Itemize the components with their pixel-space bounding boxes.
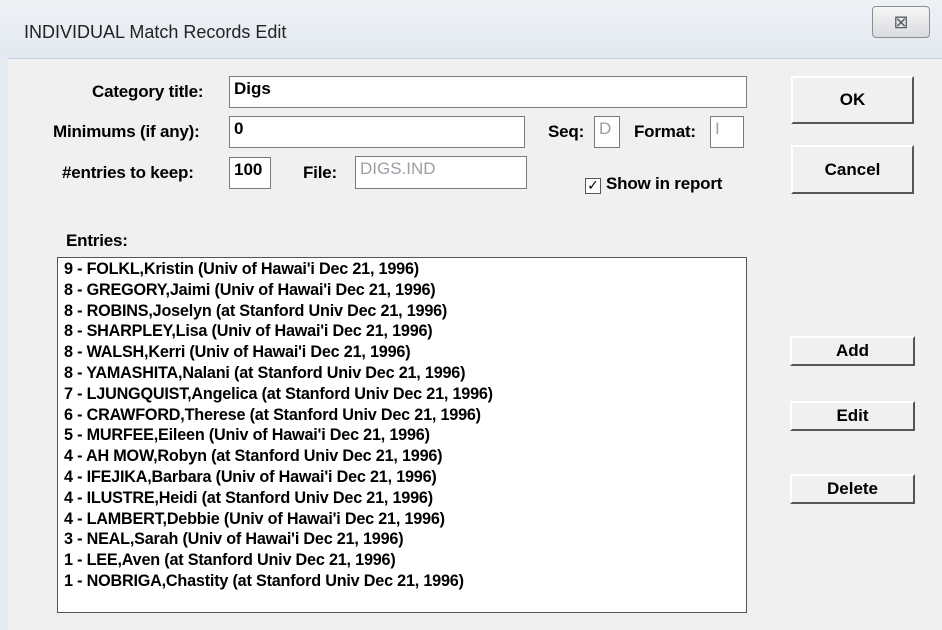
show-in-report-checkbox[interactable]: ✓ [585, 178, 601, 194]
file-label: File: [303, 163, 337, 182]
delete-button-label: Delete [826, 479, 879, 498]
list-item[interactable]: 4 - LAMBERT,Debbie (Univ of Hawai'i Dec … [64, 509, 740, 530]
list-item[interactable]: 4 - IFEJIKA,Barbara (Univ of Hawai'i Dec… [64, 467, 740, 488]
cancel-button-label: Cancel [824, 159, 881, 179]
list-item[interactable]: 6 - CRAWFORD,Therese (at Stanford Univ D… [64, 405, 740, 426]
edit-button[interactable]: Edit [790, 401, 915, 431]
minimums-input[interactable]: 0 [229, 116, 525, 148]
category-title-input[interactable]: Digs [229, 76, 747, 108]
add-button-label: Add [835, 341, 870, 360]
file-input[interactable]: DIGS.IND [355, 156, 527, 189]
entries-keep-label: #entries to keep: [62, 163, 194, 182]
list-item[interactable]: 8 - ROBINS,Joselyn (at Stanford Univ Dec… [64, 301, 740, 322]
list-item[interactable]: 8 - SHARPLEY,Lisa (Univ of Hawai'i Dec 2… [64, 321, 740, 342]
list-item[interactable]: 9 - FOLKL,Kristin (Univ of Hawai'i Dec 2… [64, 259, 740, 280]
list-item[interactable]: 7 - LJUNGQUIST,Angelica (at Stanford Uni… [64, 384, 740, 405]
ok-button-label: OK [839, 90, 866, 109]
check-mark-icon: ✓ [587, 178, 599, 194]
edit-button-label: Edit [836, 406, 869, 425]
cancel-button[interactable]: Cancel [791, 145, 914, 194]
list-item[interactable]: 8 - YAMASHITA,Nalani (at Stanford Univ D… [64, 363, 740, 384]
category-title-label: Category title: [92, 82, 204, 101]
ok-button[interactable]: OK [791, 76, 914, 124]
list-item[interactable]: 5 - MURFEE,Eileen (Univ of Hawai'i Dec 2… [64, 425, 740, 446]
entries-listbox[interactable]: 9 - FOLKL,Kristin (Univ of Hawai'i Dec 2… [57, 257, 747, 613]
entries-keep-input[interactable]: 100 [229, 157, 271, 189]
window-title: INDIVIDUAL Match Records Edit [24, 22, 287, 42]
delete-button[interactable]: Delete [790, 474, 915, 504]
list-item[interactable]: 1 - LEE,Aven (at Stanford Univ Dec 21, 1… [64, 550, 740, 571]
list-item[interactable]: 3 - NEAL,Sarah (Univ of Hawai'i Dec 21, … [64, 529, 740, 550]
add-button[interactable]: Add [790, 336, 915, 366]
list-item[interactable]: 4 - ILUSTRE,Heidi (at Stanford Univ Dec … [64, 488, 740, 509]
seq-input[interactable]: D [594, 116, 620, 148]
title-bar: INDIVIDUAL Match Records Edit ⊠ [0, 0, 942, 59]
show-in-report-label[interactable]: Show in report [606, 174, 722, 194]
list-item[interactable]: 8 - GREGORY,Jaimi (Univ of Hawai'i Dec 2… [64, 280, 740, 301]
close-button[interactable]: ⊠ [872, 6, 930, 38]
list-item[interactable]: 1 - NOBRIGA,Chastity (at Stanford Univ D… [64, 571, 740, 592]
seq-label: Seq: [548, 122, 585, 141]
format-label: Format: [634, 122, 696, 141]
minimums-label: Minimums (if any): [53, 122, 200, 141]
list-item[interactable]: 4 - AH MOW,Robyn (at Stanford Univ Dec 2… [64, 446, 740, 467]
format-input[interactable]: I [710, 116, 744, 148]
entries-label: Entries: [66, 231, 128, 250]
close-icon: ⊠ [893, 11, 909, 33]
list-item[interactable]: 8 - WALSH,Kerri (Univ of Hawai'i Dec 21,… [64, 342, 740, 363]
